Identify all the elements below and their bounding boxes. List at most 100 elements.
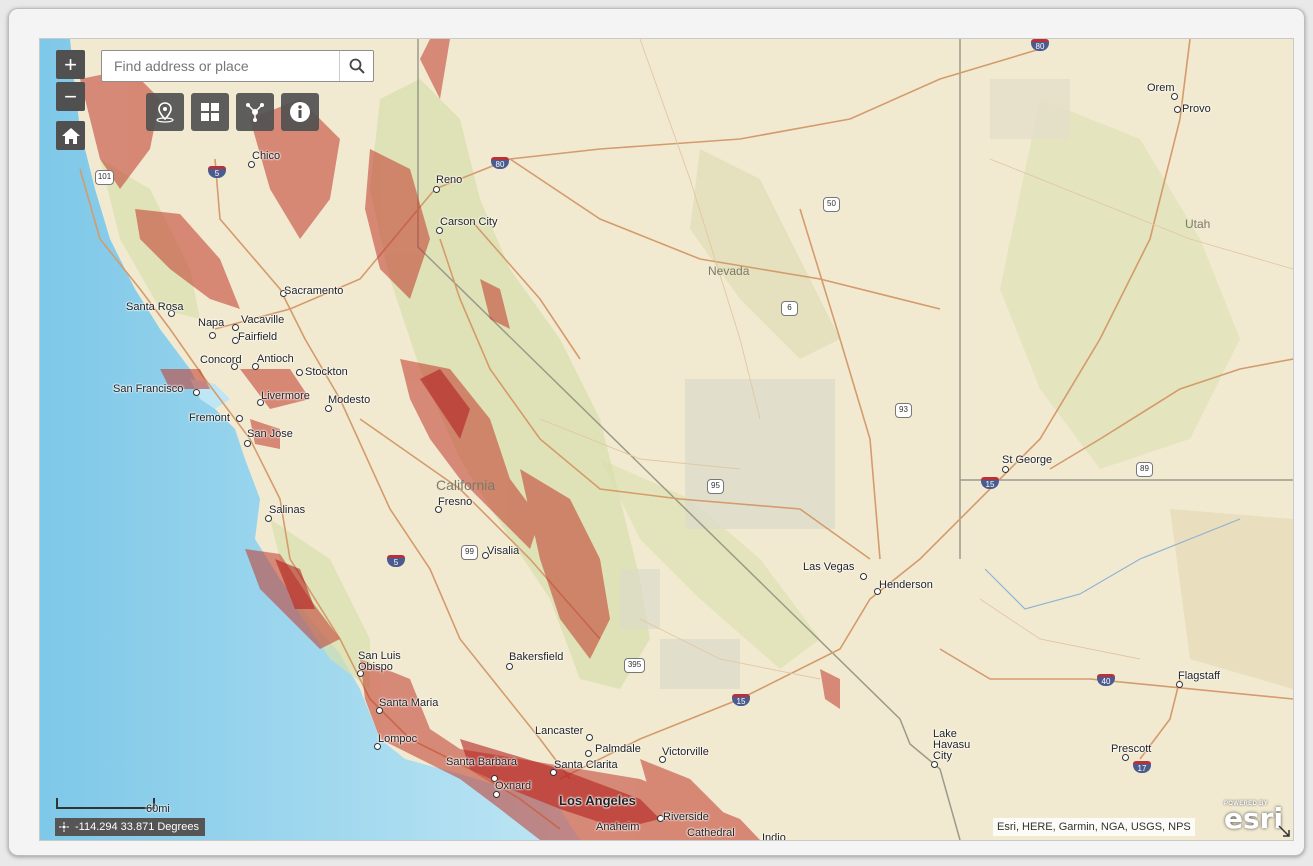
- city-marker: [265, 515, 272, 522]
- coordinate-readout[interactable]: -114.294 33.871 Degrees: [55, 818, 205, 836]
- us-highway-shield: 101: [95, 170, 114, 185]
- zoom-in-button[interactable]: +: [56, 50, 85, 79]
- city-marker: [1122, 754, 1129, 761]
- city-label: St George: [1002, 454, 1053, 466]
- grid-icon: [201, 103, 219, 121]
- city-label: Oxnard: [495, 780, 532, 792]
- city-label: Salinas: [269, 504, 306, 516]
- city-label: Vacaville: [241, 314, 285, 326]
- city-marker: [860, 573, 867, 580]
- state-label: Utah: [1185, 217, 1211, 231]
- city-label: Carson City: [440, 216, 498, 228]
- city-label: Santa Maria: [379, 697, 439, 709]
- city-marker: [585, 750, 592, 757]
- share-tool-button[interactable]: [236, 93, 274, 131]
- scale-bar: [56, 798, 155, 809]
- city-label: Sacramento: [284, 285, 344, 297]
- city-marker: [296, 369, 303, 376]
- city-label: Stockton: [305, 366, 348, 378]
- city-label: Antioch: [257, 353, 294, 365]
- city-label: Santa Rosa: [126, 301, 184, 313]
- city-label: Fremont: [189, 412, 230, 424]
- city-marker: [1171, 93, 1178, 100]
- city-label: Indio: [762, 832, 786, 841]
- search-input[interactable]: [102, 51, 340, 81]
- city-label: Visalia: [487, 545, 520, 557]
- locate-tool-button[interactable]: [146, 93, 184, 131]
- city-label: Concord: [200, 354, 242, 366]
- search-button[interactable]: [339, 51, 373, 81]
- city-label: Lancaster: [535, 725, 584, 737]
- city-label: Victorville: [662, 746, 709, 758]
- coordinate-text: -114.294 33.871 Degrees: [75, 821, 199, 833]
- city-marker: [236, 415, 243, 422]
- city-marker: [232, 324, 239, 331]
- city-marker: [209, 332, 216, 339]
- crosshair-icon: [58, 821, 70, 833]
- us-highway-shield: 50: [823, 197, 840, 212]
- city-label: Chico: [252, 150, 281, 162]
- attribution[interactable]: Esri, HERE, Garmin, NGA, USGS, NPS: [993, 818, 1195, 836]
- city-label: Provo: [1182, 103, 1211, 115]
- city-marker: [193, 389, 200, 396]
- city-marker: [931, 761, 938, 768]
- city-label: Henderson: [879, 579, 933, 591]
- basemap: [40, 39, 1293, 840]
- city-label: Flagstaff: [1178, 670, 1220, 682]
- city-marker: [436, 227, 443, 234]
- city-marker: [493, 791, 500, 798]
- esri-logo-text: esri: [1224, 802, 1284, 835]
- city-label: Los Angeles: [559, 793, 636, 808]
- city-label: Orem: [1147, 82, 1175, 94]
- city-marker: [244, 440, 251, 447]
- home-icon: [61, 127, 80, 144]
- city-marker: [1176, 681, 1183, 688]
- search-icon: [349, 58, 365, 74]
- us-highway-shield: 395: [624, 658, 645, 673]
- city-marker: [586, 734, 593, 741]
- city-marker: [248, 161, 255, 168]
- city-label: Fresno: [438, 496, 473, 508]
- city-label: Las Vegas: [803, 561, 855, 573]
- city-label: City: [933, 750, 952, 762]
- city-marker: [506, 663, 513, 670]
- city-label: Modesto: [328, 394, 371, 406]
- city-label: Fairfield: [238, 331, 278, 343]
- map-pin-icon: [156, 102, 174, 123]
- city-marker: [325, 405, 332, 412]
- zoom-out-button[interactable]: −: [56, 82, 85, 111]
- city-label: Santa Clarita: [554, 759, 618, 771]
- city-label: Santa Barbara: [446, 756, 517, 768]
- city-label: San Jose: [247, 428, 293, 440]
- basemap-gallery-button[interactable]: [191, 93, 229, 131]
- us-highway-shield: 6: [781, 301, 798, 316]
- resize-arrow-icon: [1278, 825, 1290, 837]
- home-button[interactable]: [56, 121, 85, 150]
- city-label: Cathedral: [687, 827, 735, 839]
- us-highway-shield: 93: [895, 403, 912, 418]
- city-label: Palmdale: [595, 743, 641, 755]
- state-label: Nevada: [708, 264, 750, 278]
- us-highway-shield: 99: [461, 545, 478, 560]
- city-marker: [433, 186, 440, 193]
- city-marker: [1002, 466, 1009, 473]
- scale-label: 60mi: [146, 803, 170, 815]
- us-highway-shield: 95: [707, 479, 724, 494]
- esri-logo[interactable]: POWERED BY esri: [1224, 801, 1286, 837]
- city-label: Obispo: [358, 661, 393, 673]
- state-label: California: [436, 477, 496, 493]
- info-icon: [290, 102, 310, 122]
- city-label: Bakersfield: [509, 651, 564, 663]
- share-network-icon: [246, 103, 264, 122]
- app-frame: 80 80 5 5 15 15 40 17 50 6 93 95 395 99 …: [8, 8, 1305, 856]
- search-box: [101, 50, 374, 82]
- city-label: San Francisco: [113, 383, 184, 395]
- map-view[interactable]: 80 80 5 5 15 15 40 17 50 6 93 95 395 99 …: [39, 38, 1294, 841]
- city-label: Reno: [436, 174, 463, 186]
- city-label: Prescott: [1111, 743, 1152, 755]
- city-marker: [1174, 106, 1181, 113]
- city-label: Anaheim: [596, 821, 640, 833]
- about-button[interactable]: [281, 93, 319, 131]
- city-label: Lompoc: [378, 733, 418, 745]
- us-highway-shield: 89: [1136, 462, 1153, 477]
